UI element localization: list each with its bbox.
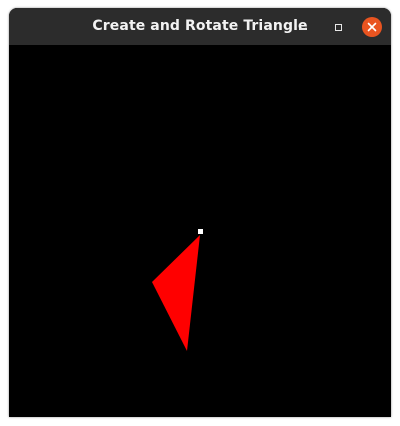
title-bar[interactable]: Create and Rotate Triangle <box>9 8 391 45</box>
drawing-canvas[interactable] <box>9 45 391 417</box>
red-triangle[interactable] <box>152 235 200 351</box>
maximize-icon <box>334 23 342 31</box>
maximize-button[interactable] <box>327 16 349 38</box>
minimize-icon <box>299 28 307 30</box>
close-button[interactable] <box>361 16 383 38</box>
canvas-svg <box>152 229 203 351</box>
close-icon <box>362 17 382 37</box>
app-window: Create and Rotate Triangle <box>9 8 391 417</box>
minimize-button[interactable] <box>292 16 314 38</box>
pivot-marker[interactable] <box>198 229 203 234</box>
